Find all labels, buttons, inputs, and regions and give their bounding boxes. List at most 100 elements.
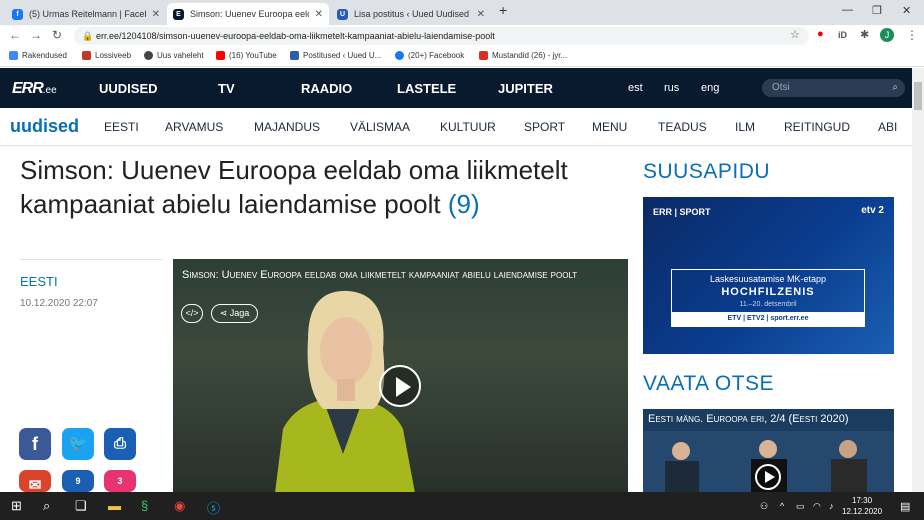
twitter-share-button[interactable]: 🐦 xyxy=(62,428,94,460)
ad-line-4: ETV | ETV2 | sport.err.ee xyxy=(672,312,864,326)
err-logo[interactable]: ERR.ee xyxy=(12,80,57,98)
comments-button[interactable]: 9 xyxy=(62,470,94,492)
wifi-icon[interactable]: ◠ xyxy=(813,501,821,512)
close-tab-icon[interactable]: ✕ xyxy=(477,9,485,20)
lang-est[interactable]: est xyxy=(628,82,643,94)
video-player[interactable]: Simson: Uuenev Euroopa eeldab oma liikme… xyxy=(173,259,628,492)
article-date: 10.12.2020 22:07 xyxy=(20,298,98,309)
file-explorer-icon[interactable]: ▬ xyxy=(108,498,121,513)
site-search-input[interactable]: Otsi ⌕ xyxy=(762,79,905,97)
print-button[interactable]: ⎙ xyxy=(104,428,136,460)
new-tab-button[interactable]: + xyxy=(499,2,507,18)
close-window-icon[interactable]: ✕ xyxy=(902,4,911,17)
live-play-icon[interactable] xyxy=(755,464,781,490)
uued-uudised-favicon-icon: U xyxy=(337,8,348,20)
subnav-kultuur[interactable]: KULTUUR xyxy=(440,120,496,134)
close-tab-icon[interactable]: ✕ xyxy=(152,9,160,20)
chrome-icon[interactable]: ◉ xyxy=(174,498,185,514)
bookmark-star-icon[interactable]: ☆ xyxy=(790,28,800,41)
facebook-share-button[interactable]: f xyxy=(19,428,51,460)
subnav-reitingud[interactable]: REITINGUD xyxy=(784,120,850,134)
nav-uudised[interactable]: UUDISED xyxy=(99,81,158,96)
skype-icon[interactable]: ⓢ xyxy=(207,498,220,517)
task-view-icon[interactable]: ❏ xyxy=(75,498,87,514)
ski-event-banner[interactable]: ERR | SPORT etv 2 Laskesuusatamise MK-et… xyxy=(643,197,894,354)
comments-count: 9 xyxy=(75,476,81,486)
live-stream-card[interactable]: Eesti mäng. Euroopa eri, 2/4 (Eesti 2020… xyxy=(643,409,894,494)
id-extension-icon[interactable]: iD xyxy=(838,30,847,40)
comment-count-link[interactable]: (9) xyxy=(448,189,480,219)
bookmark-postitused[interactable]: Postitused ‹ Uued U... xyxy=(290,51,381,60)
opera-extension-icon[interactable]: ● xyxy=(817,28,824,40)
ad-line-2: HOCHFILZENIS xyxy=(721,286,815,298)
people-icon[interactable]: ⚇ xyxy=(760,501,768,512)
bookmark-facebook[interactable]: (20+) Facebook xyxy=(395,51,464,60)
bookmark-new-tab[interactable]: Uus vaheleht xyxy=(144,51,204,60)
ad-line-1: Laskesuusatamise MK-etapp xyxy=(709,274,827,284)
live-stream-title: Eesti mäng. Euroopa eri, 2/4 (Eesti 2020… xyxy=(648,413,849,425)
nav-lastele[interactable]: LASTELE xyxy=(397,81,456,96)
subnav-menu[interactable]: MENU xyxy=(592,120,627,134)
share-icon: ⋖ xyxy=(219,308,230,318)
tab-err-article[interactable]: E Simson: Uuenev Euroopa eeldab ✕ xyxy=(167,3,329,25)
maximize-icon[interactable]: ❐ xyxy=(872,4,882,17)
nav-tv[interactable]: TV xyxy=(218,81,235,96)
menu-dots-icon[interactable]: ⋮ xyxy=(906,28,918,42)
tray-chevron-icon[interactable]: ^ xyxy=(780,501,784,511)
bookmark-youtube[interactable]: (16) YouTube xyxy=(216,51,277,60)
minimize-icon[interactable]: — xyxy=(842,4,853,16)
url-bar[interactable]: 🔒 err.ee/1204108/simson-uuenev-euroopa-e… xyxy=(74,27,809,45)
taskbar-search-icon[interactable]: ⌕ xyxy=(43,498,50,514)
sidebar-heading-suusapidu[interactable]: SUUSAPIDU xyxy=(643,160,770,184)
subnav-eesti[interactable]: EESTI xyxy=(104,120,139,134)
gmail-icon xyxy=(479,51,488,60)
bookmarks-bar: Rakendused Lossiveeb Uus vaheleht (16) Y… xyxy=(0,47,924,67)
bookmark-gmail[interactable]: Mustandid (26) - jyr... xyxy=(479,51,567,60)
like-button[interactable]: 3 xyxy=(104,470,136,492)
embed-button[interactable]: </> xyxy=(181,304,203,323)
reload-icon[interactable]: ↻ xyxy=(52,28,62,42)
page-scrollbar[interactable] xyxy=(912,68,924,492)
search-icon[interactable]: ⌕ xyxy=(892,79,898,97)
scroll-thumb[interactable] xyxy=(914,82,922,110)
subnav-valismaa[interactable]: VÄLISMAA xyxy=(350,120,410,134)
nav-jupiter[interactable]: JUPITER xyxy=(498,81,553,96)
tab-facebook[interactable]: f (5) Urmas Reitelmann | Facebook ✕ xyxy=(6,3,166,25)
subnav-ilm[interactable]: ILM xyxy=(735,120,755,134)
lang-eng[interactable]: eng xyxy=(701,82,719,94)
article-category[interactable]: EESTI xyxy=(20,274,58,289)
email-share-button[interactable]: ✉ xyxy=(19,470,51,494)
windows-start-icon[interactable]: ⊞ xyxy=(11,498,22,514)
play-icon[interactable] xyxy=(379,365,421,407)
back-icon[interactable]: ← xyxy=(9,28,21,42)
app-icon[interactable]: § xyxy=(141,498,148,513)
extensions-puzzle-icon[interactable]: ✱ xyxy=(860,28,869,41)
bookmark-lossiveeb[interactable]: Lossiveeb xyxy=(82,51,131,60)
sidebar-heading-vaata-otse[interactable]: VAATA OTSE xyxy=(643,372,774,396)
share-label: Jaga xyxy=(229,308,250,318)
facebook-favicon-icon: f xyxy=(12,8,23,20)
subnav-majandus[interactable]: MAJANDUS xyxy=(254,120,320,134)
video-share-button[interactable]: ⋖ Jaga xyxy=(211,304,258,323)
volume-icon[interactable]: ♪ xyxy=(829,501,834,511)
subnav-abi[interactable]: ABI xyxy=(878,120,897,134)
subnav-sport[interactable]: SPORT xyxy=(524,120,565,134)
subnav-arvamus[interactable]: ARVAMUS xyxy=(165,120,223,134)
ad-info-box: Laskesuusatamise MK-etapp HOCHFILZENIS 1… xyxy=(671,269,865,327)
uudised-logo[interactable]: uudised xyxy=(10,116,79,137)
meta-divider xyxy=(20,259,162,260)
ad-channels: etv 2 xyxy=(861,205,884,216)
battery-icon[interactable]: ▭ xyxy=(796,501,805,512)
nav-raadio[interactable]: RAADIO xyxy=(301,81,352,96)
youtube-icon xyxy=(216,51,225,60)
tab-uued-uudised[interactable]: U Lisa postitus ‹ Uued Uudised — W ✕ xyxy=(331,3,491,25)
system-clock[interactable]: 17:30 12.12.2020 xyxy=(842,495,882,517)
lang-rus[interactable]: rus xyxy=(664,82,679,94)
subnav-teadus[interactable]: TEADUS xyxy=(658,120,707,134)
forward-icon[interactable]: → xyxy=(30,28,42,42)
profile-avatar[interactable]: J xyxy=(880,28,894,42)
err-top-nav: ERR.ee UUDISED TV RAADIO LASTELE JUPITER… xyxy=(0,68,912,108)
notifications-icon[interactable]: ▤ xyxy=(900,500,910,513)
bookmark-apps[interactable]: Rakendused xyxy=(9,51,67,60)
close-tab-icon[interactable]: ✕ xyxy=(315,9,323,20)
